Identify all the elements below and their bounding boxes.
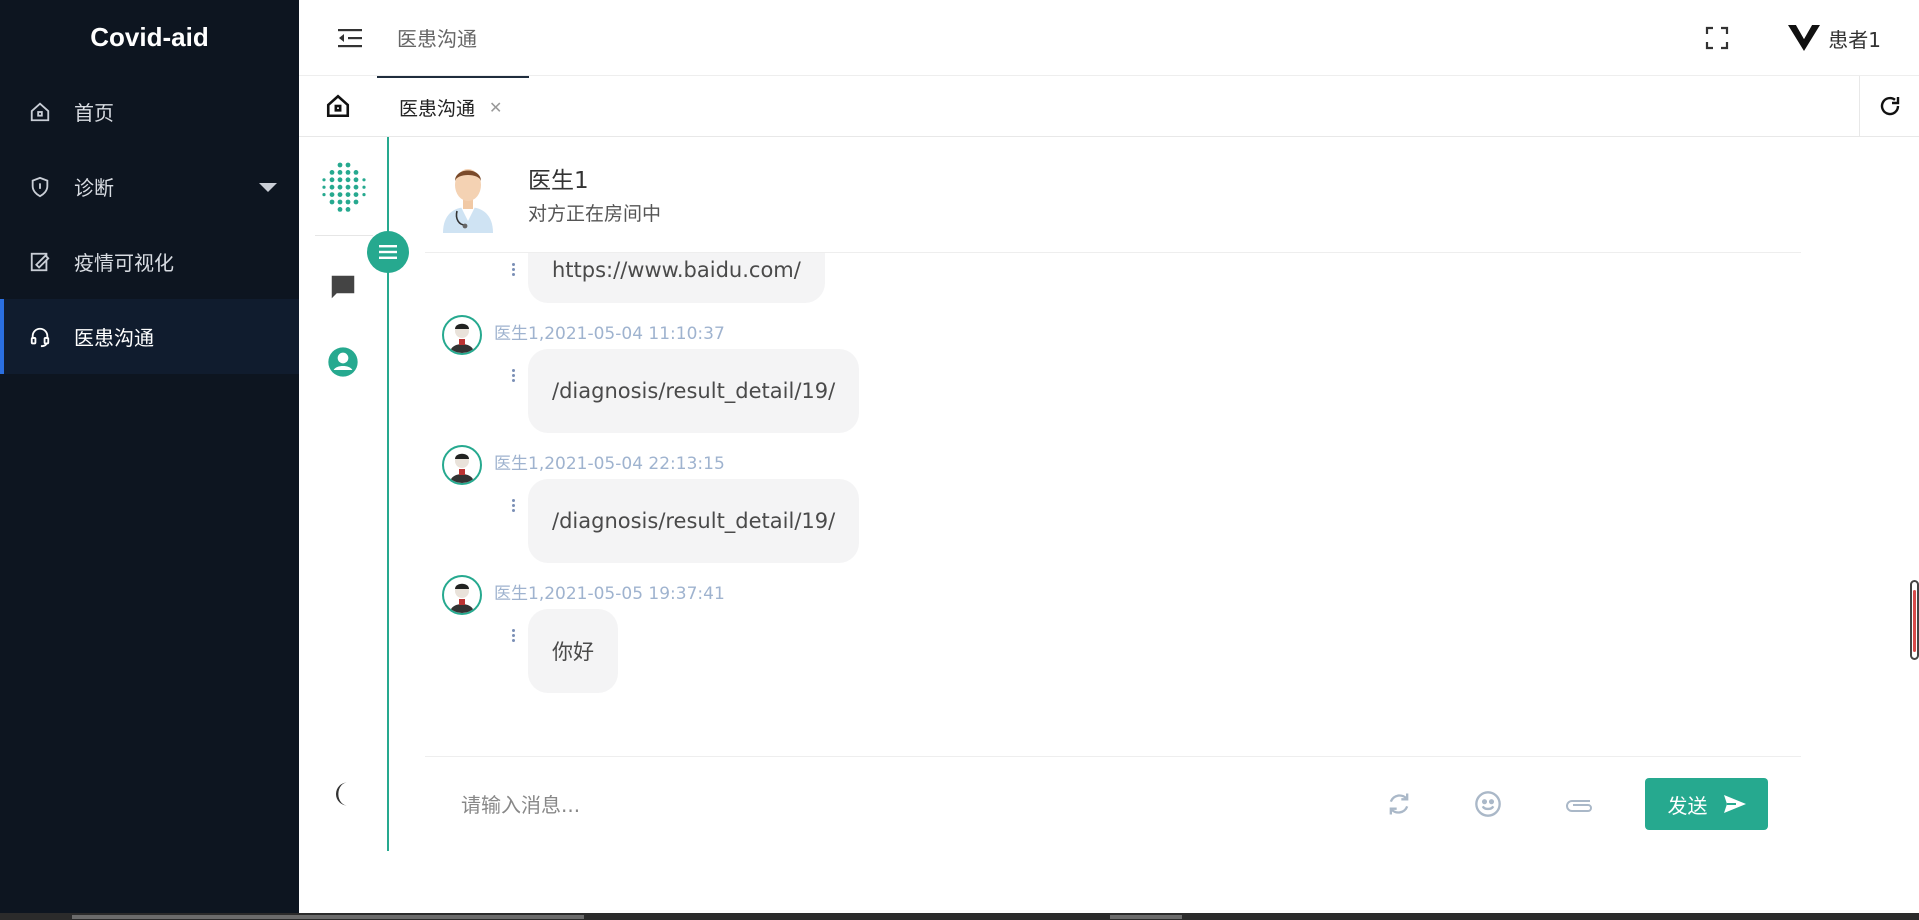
message-bubble: /diagnosis/result_detail/19/ xyxy=(528,479,860,563)
message-input[interactable] xyxy=(461,785,1161,825)
message-more-icon[interactable] xyxy=(510,261,516,281)
refresh-icon xyxy=(1880,96,1899,116)
strip-segment xyxy=(72,915,584,919)
sync-icon xyxy=(1389,793,1409,815)
message-bubble: /diagnosis/result_detail/19/ xyxy=(528,349,860,433)
header-actions: 患者1 xyxy=(1702,0,1881,76)
sidebar: Covid-aid 首页 诊断 疫情可视化 医患沟通 xyxy=(0,0,299,920)
send-button[interactable]: 发送 xyxy=(1645,778,1768,830)
chat-input-bar: 发送 xyxy=(425,756,1801,851)
emoji-button[interactable] xyxy=(1472,788,1504,820)
sidebar-item-label: 疫情可视化 xyxy=(74,251,174,275)
user-name: 患者1 xyxy=(1828,27,1881,52)
dots-logo-icon xyxy=(322,162,366,212)
breadcrumb: 医患沟通 xyxy=(397,27,477,51)
vertical-scrollbar[interactable] xyxy=(1910,580,1919,660)
avatar xyxy=(442,445,482,485)
home-tab[interactable] xyxy=(299,76,377,136)
sidebar-item-diagnosis[interactable]: 诊断 xyxy=(0,149,299,224)
rail-divider xyxy=(315,235,373,236)
fullscreen-icon xyxy=(1706,26,1729,50)
rail-toggle-button[interactable] xyxy=(367,231,409,273)
menu-icon xyxy=(379,245,397,259)
menu-fold-icon xyxy=(338,28,362,47)
message-meta: 医生1,2021-05-05 19:37:41 xyxy=(494,584,725,604)
sidebar-collapse-button[interactable] xyxy=(325,18,375,58)
sidebar-item-label: 首页 xyxy=(74,101,114,125)
chevron-down-icon xyxy=(259,183,277,192)
attach-button[interactable] xyxy=(1563,788,1595,820)
refresh-button[interactable] xyxy=(1859,76,1919,136)
avatar xyxy=(442,315,482,355)
sidebar-item-communication[interactable]: 医患沟通 xyxy=(0,299,299,374)
app-window: Covid-aid 首页 诊断 疫情可视化 医患沟通 医患沟通 患者1 医患沟通… xyxy=(0,0,1919,920)
emoji-icon xyxy=(1475,791,1501,817)
peer-status: 对方正在房间中 xyxy=(528,203,662,225)
moon-icon[interactable] xyxy=(329,780,357,812)
sidebar-item-label: 诊断 xyxy=(74,176,114,200)
tabs-bar: 医患沟通 ✕ xyxy=(299,76,1919,137)
shield-icon xyxy=(28,175,52,199)
scrollbar-thumb[interactable] xyxy=(1913,590,1916,652)
top-header: 医患沟通 患者1 xyxy=(299,0,1919,76)
send-icon xyxy=(1723,795,1746,813)
bottom-strip xyxy=(0,913,1919,920)
headset-icon xyxy=(28,325,52,349)
avatar xyxy=(442,575,482,615)
chart-edit-icon xyxy=(28,250,52,274)
sidebar-item-label: 医患沟通 xyxy=(74,326,154,350)
message-bubble: 你好 xyxy=(528,609,618,693)
message-meta: 医生1,2021-05-04 22:13:15 xyxy=(494,454,725,474)
peer-name: 医生1 xyxy=(528,168,589,194)
home-icon xyxy=(28,100,52,124)
user-circle-icon[interactable] xyxy=(327,346,359,382)
vue-logo-icon xyxy=(1788,25,1821,51)
chat-panel: 医生1 对方正在房间中 https://www.baidu.com/ 医生1,2… xyxy=(425,137,1801,851)
message-more-icon[interactable] xyxy=(510,367,516,387)
strip-segment xyxy=(1110,915,1182,919)
close-icon[interactable]: ✕ xyxy=(489,98,502,117)
app-logo: Covid-aid xyxy=(90,21,209,52)
doctor-avatar xyxy=(443,169,493,233)
home-icon xyxy=(326,94,350,118)
message-meta: 医生1,2021-05-04 11:10:37 xyxy=(494,324,725,344)
sidebar-item-visualization[interactable]: 疫情可视化 xyxy=(0,224,299,299)
tab-label: 医患沟通 xyxy=(399,97,476,120)
chat-icon[interactable] xyxy=(327,272,359,306)
message-more-icon[interactable] xyxy=(510,497,516,517)
sync-button[interactable] xyxy=(1383,788,1415,820)
user-menu[interactable]: 患者1 xyxy=(1788,24,1881,53)
fullscreen-button[interactable] xyxy=(1702,23,1732,53)
chat-header: 医生1 对方正在房间中 xyxy=(425,137,1801,253)
paperclip-icon xyxy=(1566,800,1592,812)
sidebar-item-home[interactable]: 首页 xyxy=(0,74,299,149)
tab-communication[interactable]: 医患沟通 ✕ xyxy=(377,76,529,136)
send-label: 发送 xyxy=(1667,793,1708,818)
message-more-icon[interactable] xyxy=(510,627,516,647)
